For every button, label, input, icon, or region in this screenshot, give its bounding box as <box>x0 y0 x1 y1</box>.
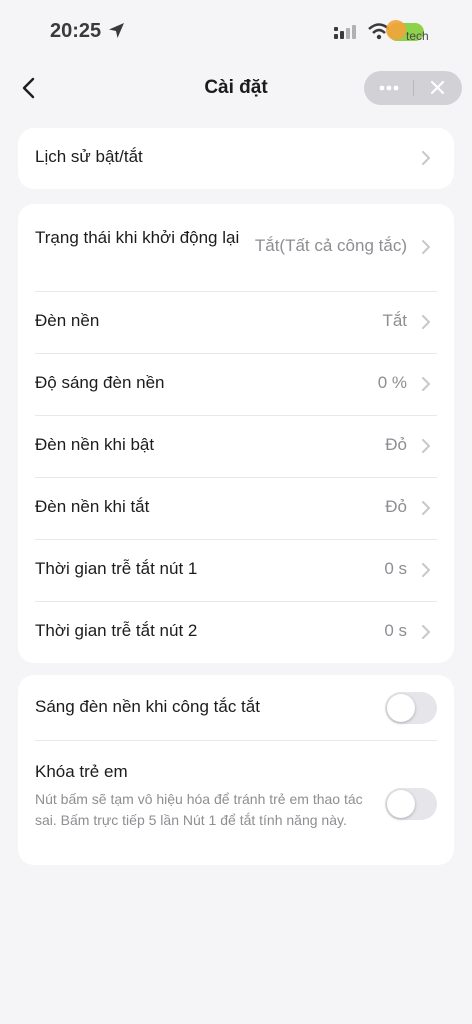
list-item-backlight-off[interactable]: Đèn nền khi tắt Đỏ <box>35 478 437 540</box>
list-item-label: Thời gian trễ tắt nút 1 <box>35 559 198 578</box>
child-lock-description: Nút bấm sẽ tạm vô hiệu hóa để tránh trẻ … <box>35 791 363 828</box>
backlight-settings-card: Trạng thái khi khởi động lại Tắt(Tất cả … <box>18 204 454 663</box>
chevron-right-icon <box>422 151 430 165</box>
list-item-restart-state[interactable]: Trạng thái khi khởi động lại Tắt(Tất cả … <box>35 204 437 292</box>
status-time: 20:25 <box>50 20 102 42</box>
list-item-label: Đèn nền <box>35 311 100 330</box>
location-arrow-icon <box>108 22 125 44</box>
history-card: Lịch sử bật/tắt <box>18 128 454 189</box>
status-bar: 20:25 tech <box>0 0 472 60</box>
list-item-value: 0 s <box>384 559 407 578</box>
backlight-when-off-toggle[interactable] <box>385 692 437 724</box>
list-item-label: Thời gian trễ tắt nút 2 <box>35 621 198 640</box>
close-button[interactable] <box>414 71 462 105</box>
list-item-value: Đỏ <box>385 435 407 454</box>
list-item-history[interactable]: Lịch sử bật/tắt <box>35 128 437 189</box>
toggle-knob <box>387 694 415 722</box>
brand-logo-icon <box>386 20 406 40</box>
chevron-right-icon <box>422 625 430 639</box>
list-item-off-delay-button-2[interactable]: Thời gian trễ tắt nút 2 0 s <box>35 602 437 663</box>
more-icon <box>379 85 399 91</box>
list-item-value: 0 s <box>384 621 407 640</box>
signal-icon <box>334 24 360 45</box>
chevron-right-icon <box>422 563 430 577</box>
more-button[interactable] <box>364 71 413 105</box>
chevron-right-icon <box>422 240 430 254</box>
list-item-label: Đèn nền khi tắt <box>35 497 150 516</box>
chevron-right-icon <box>422 439 430 453</box>
list-item-value: 0 % <box>377 373 407 392</box>
list-item-child-lock: Khóa trẻ em Nút bấm sẽ tạm vô hiệu hóa đ… <box>35 741 437 865</box>
chevron-right-icon <box>422 501 430 515</box>
list-item-value: Tắt <box>382 311 407 330</box>
list-item-label: Lịch sử bật/tắt <box>35 147 143 166</box>
mini-program-capsule <box>364 71 462 105</box>
list-item-backlight-when-off: Sáng đèn nền khi công tắc tắt <box>35 675 437 741</box>
list-item-value: Đỏ <box>385 497 407 516</box>
nav-bar: Cài đặt <box>0 60 472 116</box>
toggle-settings-card: Sáng đèn nền khi công tắc tắt Khóa trẻ e… <box>18 675 454 865</box>
list-item-backlight[interactable]: Đèn nền Tắt <box>35 292 437 354</box>
chevron-right-icon <box>422 377 430 391</box>
list-item-off-delay-button-1[interactable]: Thời gian trễ tắt nút 1 0 s <box>35 540 437 602</box>
chevron-right-icon <box>422 315 430 329</box>
list-item-label: Sáng đèn nền khi công tắc tắt <box>35 697 260 716</box>
list-item-backlight-brightness[interactable]: Độ sáng đèn nền 0 % <box>35 354 437 416</box>
toggle-knob <box>387 790 415 818</box>
list-item-backlight-on[interactable]: Đèn nền khi bật Đỏ <box>35 416 437 478</box>
list-item-label: Trạng thái khi khởi động lại <box>35 228 240 247</box>
list-item-value: Tắt(Tất cả công tắc) <box>254 236 407 255</box>
list-item-label: Đèn nền khi bật <box>35 435 155 454</box>
list-item-label: Độ sáng đèn nền <box>35 373 165 392</box>
brand-text: tech <box>406 29 429 43</box>
child-lock-toggle[interactable] <box>385 788 437 820</box>
close-icon <box>430 80 445 95</box>
list-item-label: Khóa trẻ em <box>35 762 128 781</box>
